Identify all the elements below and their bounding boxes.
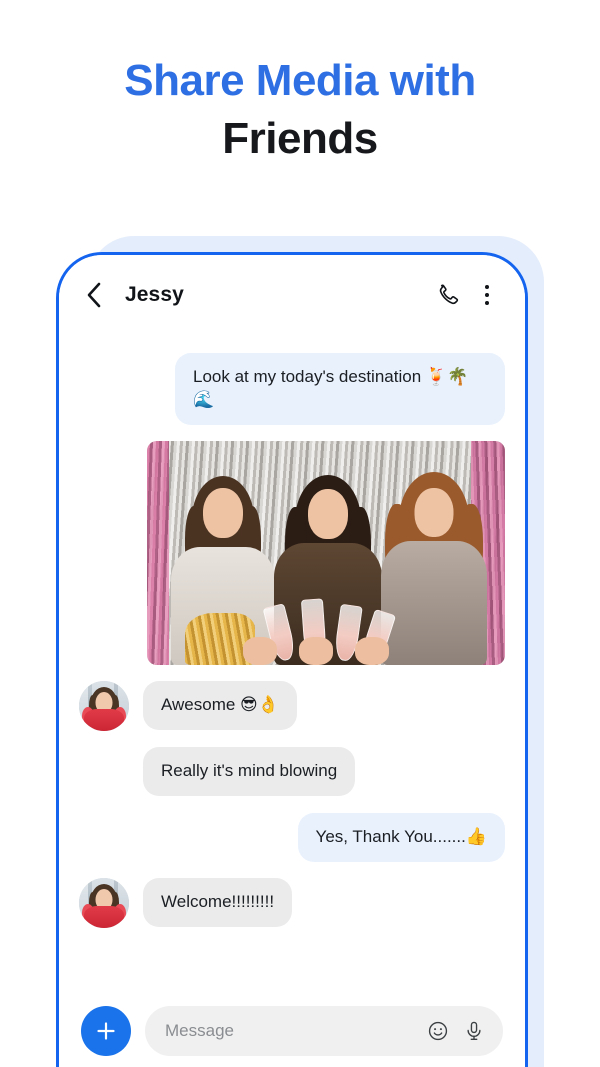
message-row xyxy=(79,440,505,665)
plus-icon xyxy=(97,1022,115,1040)
microphone-icon[interactable] xyxy=(461,1018,487,1044)
headline-line-1: Share Media with xyxy=(124,56,476,105)
menu-dot xyxy=(485,301,489,305)
person-face xyxy=(203,487,243,538)
message-row: Welcome!!!!!!!!! xyxy=(79,877,505,928)
more-vertical-icon[interactable] xyxy=(475,281,499,309)
message-bubble-outgoing[interactable]: Yes, Thank You.......👍 xyxy=(297,812,505,862)
menu-dot xyxy=(485,285,489,289)
person-hand xyxy=(355,636,389,665)
avatar-dress xyxy=(84,905,124,928)
message-composer xyxy=(59,992,525,1067)
message-row: Look at my today's destination 🍹🌴🌊 xyxy=(79,353,505,425)
page-title: Share Media with Friends xyxy=(0,52,600,168)
message-list[interactable]: Look at my today's destination 🍹🌴🌊 Aweso… xyxy=(59,335,525,992)
avatar[interactable] xyxy=(79,680,129,731)
phone-mockup: Jessy Look at my today's destination 🍹🌴🌊 xyxy=(56,252,528,1067)
message-row: Yes, Thank You.......👍 xyxy=(79,812,505,862)
message-row: Really it's mind blowing xyxy=(79,746,505,797)
chevron-left-icon[interactable] xyxy=(81,280,107,310)
message-bubble-incoming[interactable]: Welcome!!!!!!!!! xyxy=(143,877,293,927)
app-screen: Share Media with Friends Jessy Look at m… xyxy=(0,0,600,1067)
add-attachment-button[interactable] xyxy=(81,1006,131,1056)
contact-name: Jessy xyxy=(125,283,184,306)
menu-dot xyxy=(485,293,489,297)
person-face xyxy=(308,488,348,539)
avatar[interactable] xyxy=(79,877,129,928)
phone-call-icon[interactable] xyxy=(433,280,463,310)
person-hand xyxy=(299,636,333,665)
person-hand xyxy=(243,636,277,665)
message-bubble-incoming[interactable]: Awesome 😎👌 xyxy=(143,680,297,730)
message-bubble-incoming[interactable]: Really it's mind blowing xyxy=(143,746,356,796)
headline-line-2: Friends xyxy=(222,114,378,164)
person-face xyxy=(414,487,454,537)
shared-photo[interactable] xyxy=(147,440,505,665)
message-input-wrap[interactable] xyxy=(145,1006,503,1056)
avatar-dress xyxy=(84,708,124,731)
chat-header: Jessy xyxy=(59,255,525,335)
message-bubble-outgoing[interactable]: Look at my today's destination 🍹🌴🌊 xyxy=(175,353,505,425)
message-input[interactable] xyxy=(165,1021,415,1041)
smiley-icon[interactable] xyxy=(425,1018,451,1044)
message-row: Awesome 😎👌 xyxy=(79,680,505,731)
person-dress xyxy=(381,540,487,665)
